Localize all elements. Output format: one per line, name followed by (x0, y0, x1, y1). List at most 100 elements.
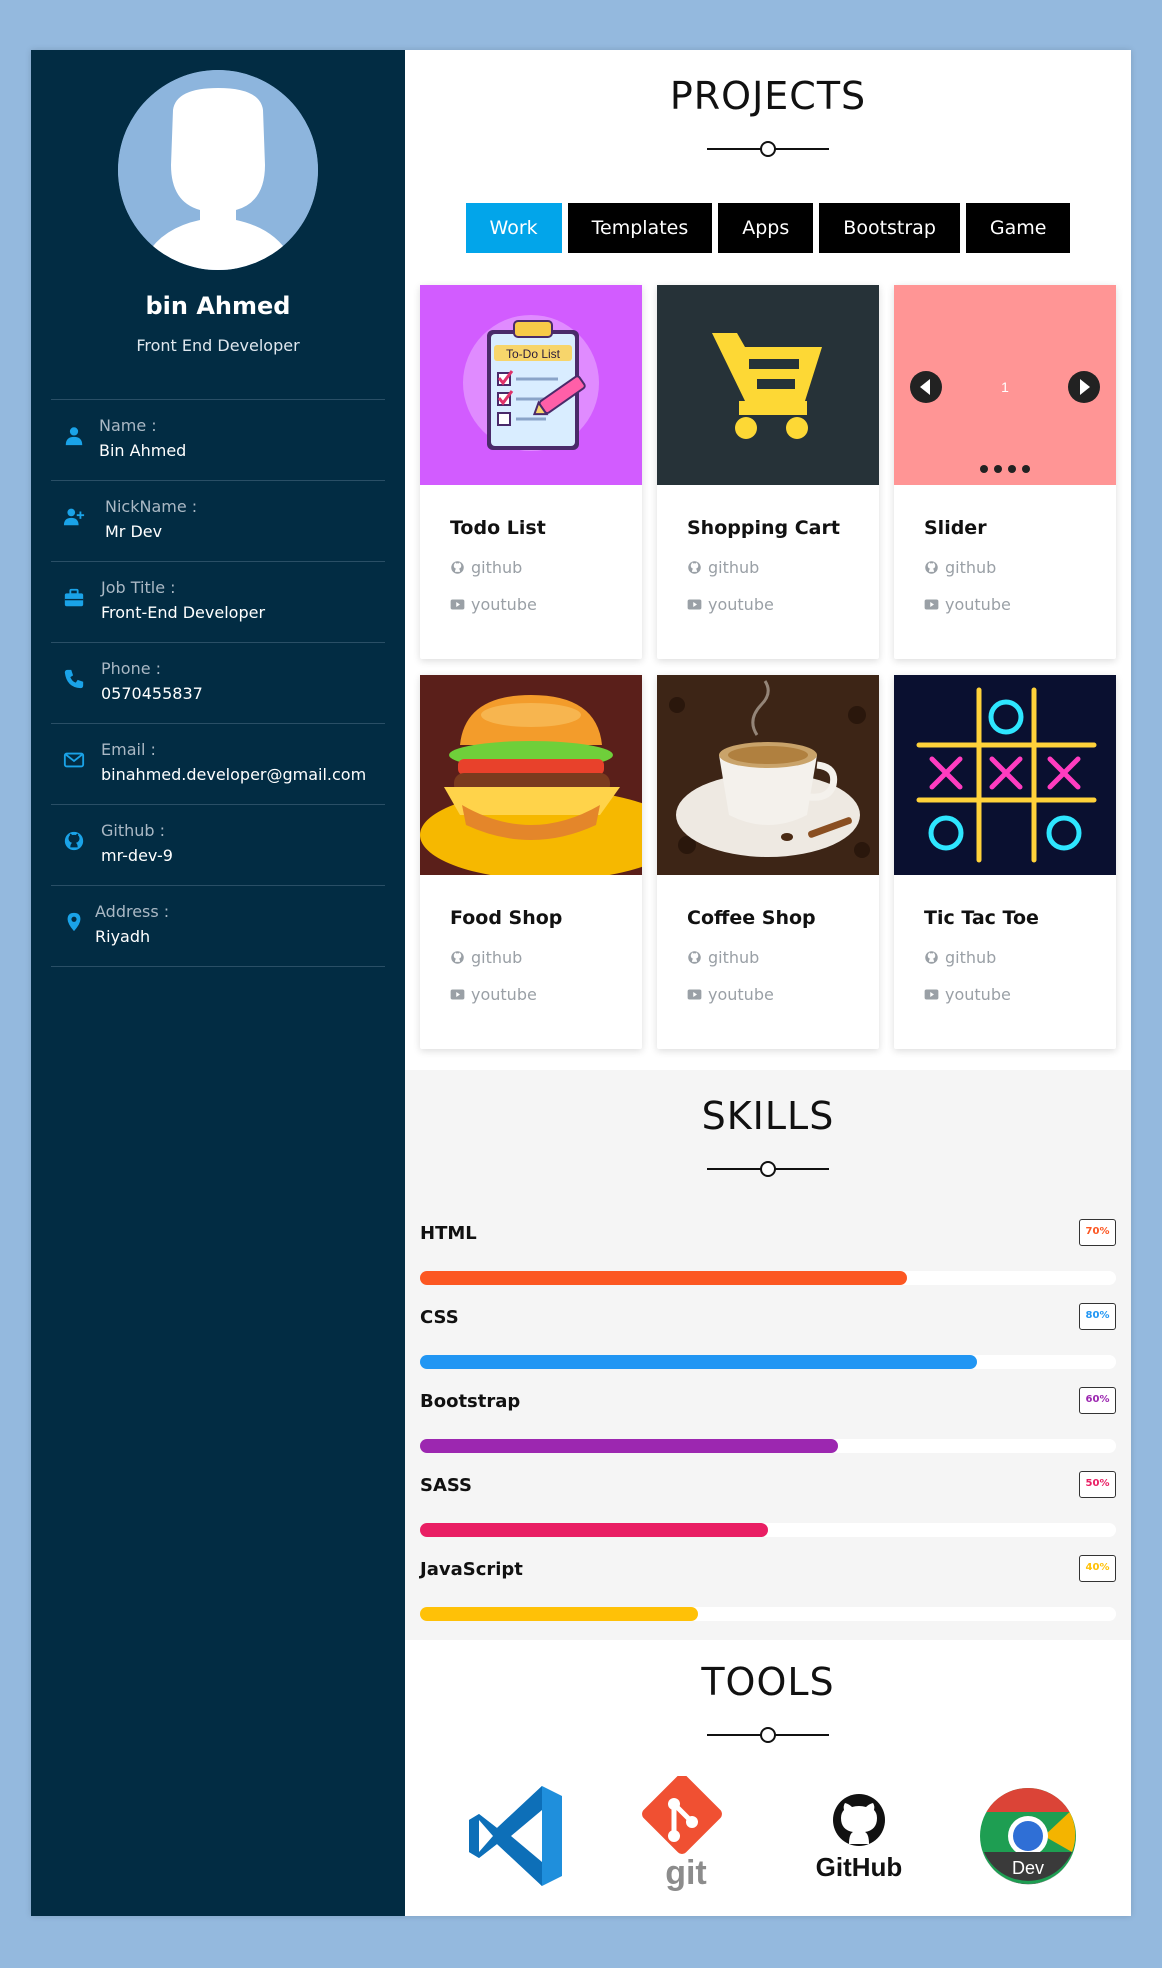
github-link-label: github (471, 558, 523, 577)
detail-job-title: Job Title : Front-End Developer (51, 562, 385, 643)
avatar (118, 70, 318, 270)
envelope-icon (63, 749, 85, 771)
profile-role: Front End Developer (136, 336, 300, 355)
youtube-icon (687, 989, 702, 1000)
skill-bootstrap: Bootstrap 60% (420, 1387, 1116, 1475)
skill-css: CSS 80% (420, 1303, 1116, 1391)
project-name: Food Shop (450, 907, 563, 929)
github-link-label: github (471, 948, 523, 967)
github-icon (451, 951, 464, 964)
skill-name: Bootstrap (420, 1391, 521, 1412)
detail-address: Address : Riyadh (51, 886, 385, 967)
skill-percent-badge: 70% (1079, 1219, 1116, 1246)
youtube-link[interactable]: youtube (687, 985, 774, 1004)
youtube-icon (924, 599, 939, 610)
user-icon (63, 425, 85, 447)
skill-progress-fill (420, 1607, 699, 1621)
detail-github: Github : mr-dev-9 (51, 805, 385, 886)
todo-list-illustration-icon: To-Do List (420, 285, 642, 485)
vscode-icon (469, 1786, 562, 1886)
github-link-label: github (708, 558, 760, 577)
slider-thumb-text: 1 (1001, 379, 1009, 395)
skill-name: CSS (420, 1307, 459, 1328)
github-icon (688, 561, 701, 574)
main-content: PROJECTS Work Templates Apps Bootstrap G… (405, 50, 1131, 1916)
youtube-link-label: youtube (945, 985, 1011, 1004)
skill-progress-fill (420, 1355, 977, 1369)
tic-tac-toe-neon-icon (894, 675, 1116, 875)
project-card-coffee-shop[interactable]: Coffee Shop github youtube (657, 675, 879, 1049)
detail-label: Job Title : (101, 578, 176, 597)
skill-sass: SASS 50% (420, 1471, 1116, 1559)
project-thumbnail (657, 675, 879, 875)
youtube-link[interactable]: youtube (687, 595, 774, 614)
detail-value: 0570455837 (101, 684, 203, 703)
youtube-link-label: youtube (708, 985, 774, 1004)
skills-section: SKILLS HTML 70% CSS 80% Bootstrap 60% SA… (405, 1070, 1131, 1640)
tab-templates[interactable]: Templates (567, 203, 713, 253)
tab-game[interactable]: Game (965, 203, 1071, 253)
project-card-todo-list[interactable]: To-Do List Todo List github youtube (420, 285, 642, 659)
profile-sidebar: bin Ahmed Front End Developer Name : Bin… (31, 50, 405, 1916)
skill-progress-track (420, 1607, 1116, 1621)
page-frame: bin Ahmed Front End Developer Name : Bin… (31, 50, 1131, 1916)
project-thumbnail: To-Do List (420, 285, 642, 485)
coffee-cup-photo-icon (657, 675, 879, 875)
chrome-dev-label: Dev (1012, 1858, 1044, 1878)
project-thumbnail (657, 285, 879, 485)
detail-value: binahmed.developer@gmail.com (101, 765, 367, 784)
skill-percent-badge: 80% (1079, 1303, 1116, 1330)
section-divider (707, 1726, 829, 1744)
skill-percent-badge: 40% (1079, 1555, 1116, 1582)
avatar-silhouette-icon (118, 70, 318, 270)
youtube-link[interactable]: youtube (924, 595, 1011, 614)
detail-value: mr-dev-9 (101, 846, 173, 865)
skill-progress-fill (420, 1439, 838, 1453)
youtube-link[interactable]: youtube (450, 985, 537, 1004)
github-link[interactable]: github (450, 948, 522, 967)
github-icon (925, 561, 938, 574)
slider-preview-icon: 1 (894, 285, 1116, 485)
detail-label: Address : (95, 902, 170, 921)
project-thumbnail: 1 (894, 285, 1116, 485)
tab-bootstrap[interactable]: Bootstrap (819, 203, 960, 253)
github-link-label: github (708, 948, 760, 967)
project-card-food-shop[interactable]: Food Shop github youtube (420, 675, 642, 1049)
github-link[interactable]: github (687, 558, 759, 577)
project-card-tic-tac-toe[interactable]: Tic Tac Toe github youtube (894, 675, 1116, 1049)
detail-nickname: NickName : Mr Dev (51, 481, 385, 562)
github-link-label: github (945, 948, 997, 967)
detail-name: Name : Bin Ahmed (51, 400, 385, 481)
github-link[interactable]: github (924, 948, 996, 967)
section-divider (707, 1160, 829, 1178)
youtube-link[interactable]: youtube (450, 595, 537, 614)
tool-chrome-dev: Dev (968, 1776, 1088, 1896)
project-card-slider[interactable]: 1 Slider github youtube (894, 285, 1116, 659)
skill-html: HTML 70% (420, 1219, 1116, 1307)
tab-apps[interactable]: Apps (718, 203, 814, 253)
user-plus-icon (63, 506, 85, 528)
tab-work[interactable]: Work (465, 203, 562, 253)
todo-thumb-text: To-Do List (506, 347, 561, 361)
tool-git: git (626, 1776, 746, 1896)
project-name: Todo List (450, 517, 546, 539)
skills-title: SKILLS (701, 1094, 835, 1138)
youtube-link[interactable]: youtube (924, 985, 1011, 1004)
youtube-link-label: youtube (471, 595, 537, 614)
briefcase-icon (63, 587, 85, 609)
profile-details: Name : Bin Ahmed NickName : Mr Dev Job T… (51, 399, 385, 967)
tools-title: TOOLS (701, 1660, 835, 1704)
github-link[interactable]: github (687, 948, 759, 967)
detail-value: Front-End Developer (101, 603, 266, 622)
detail-label: NickName : (105, 497, 198, 516)
profile-name: bin Ahmed (145, 292, 291, 320)
github-link[interactable]: github (450, 558, 522, 577)
detail-label: Phone : (101, 659, 162, 678)
project-thumbnail (894, 675, 1116, 875)
map-pin-icon (63, 911, 85, 933)
github-link[interactable]: github (924, 558, 996, 577)
skill-name: HTML (420, 1223, 477, 1244)
project-card-shopping-cart[interactable]: Shopping Cart github youtube (657, 285, 879, 659)
skill-progress-track (420, 1523, 1116, 1537)
github-wordmark: GitHub (816, 1852, 903, 1882)
